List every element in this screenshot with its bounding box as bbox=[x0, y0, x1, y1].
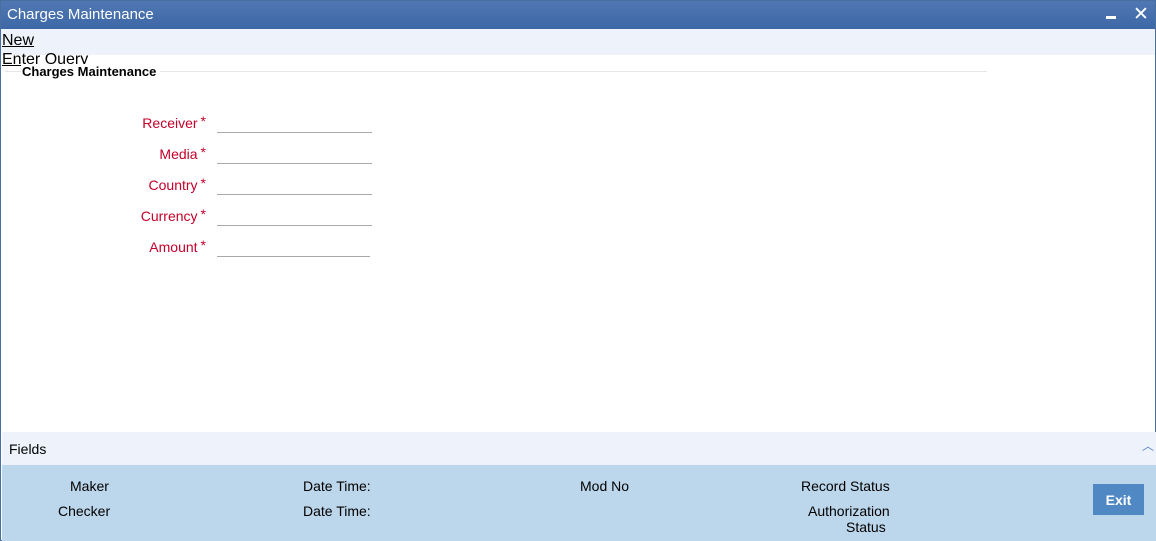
required-marker: * bbox=[200, 237, 206, 253]
receiver-label: Receiver * bbox=[86, 113, 206, 131]
media-input[interactable] bbox=[217, 142, 372, 164]
required-marker: * bbox=[200, 206, 206, 222]
required-marker: * bbox=[200, 113, 206, 129]
currency-input[interactable] bbox=[217, 204, 372, 226]
charges-maintenance-window: Charges Maintenance ✕ New Enter Query Ch… bbox=[0, 0, 1156, 541]
authorization-status-label-line1: Authorization bbox=[808, 503, 890, 519]
currency-label-text: Currency bbox=[140, 208, 198, 224]
media-label: Media * bbox=[86, 144, 206, 162]
fields-label: Fields bbox=[9, 441, 47, 457]
media-label-text: Media bbox=[159, 146, 198, 162]
required-marker: * bbox=[200, 175, 206, 191]
checker-label: Checker bbox=[58, 503, 111, 519]
chevron-up-icon[interactable]: ︿ bbox=[1142, 437, 1154, 454]
receiver-label-text: Receiver bbox=[142, 115, 198, 131]
new-link[interactable]: New bbox=[2, 32, 34, 50]
fields-bar[interactable]: Fields ︿ bbox=[2, 432, 1156, 465]
country-label: Country * bbox=[86, 175, 206, 193]
minimize-icon[interactable] bbox=[1100, 4, 1122, 26]
currency-label: Currency * bbox=[86, 206, 206, 224]
mod-no-label: Mod No bbox=[580, 478, 630, 494]
maker-date-time-label: Date Time: bbox=[303, 478, 371, 494]
amount-label-text: Amount bbox=[149, 239, 198, 255]
receiver-input[interactable] bbox=[217, 111, 372, 133]
amount-input[interactable] bbox=[217, 235, 370, 257]
country-label-text: Country bbox=[148, 177, 198, 193]
maker-label: Maker bbox=[70, 478, 109, 494]
authorization-status-label-line2: Status bbox=[846, 519, 886, 535]
toolbar bbox=[1, 29, 1155, 55]
amount-label: Amount * bbox=[86, 237, 206, 255]
close-icon[interactable]: ✕ bbox=[1130, 4, 1152, 26]
checker-date-time-label: Date Time: bbox=[303, 503, 371, 519]
window-title: Charges Maintenance bbox=[7, 6, 154, 23]
title-bar: Charges Maintenance ✕ bbox=[1, 1, 1155, 29]
exit-button[interactable]: Exit bbox=[1093, 484, 1144, 515]
audit-panel: Maker Date Time: Mod No Record Status Ch… bbox=[2, 465, 1156, 541]
section-title: Charges Maintenance bbox=[21, 64, 161, 79]
required-marker: * bbox=[200, 144, 206, 160]
record-status-label: Record Status bbox=[801, 478, 890, 494]
country-input[interactable] bbox=[217, 173, 372, 195]
